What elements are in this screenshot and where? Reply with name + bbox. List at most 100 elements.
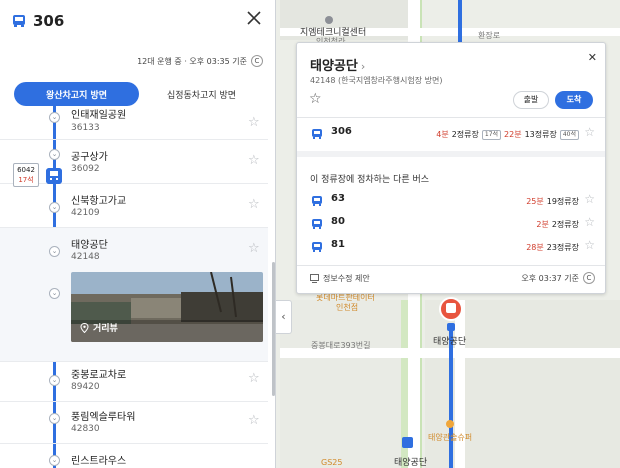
map-road-label: 환장로 [478,31,501,40]
seat-badge: 17석 [481,129,502,140]
stop-code: 42109 [71,208,100,218]
star-icon[interactable]: ☆ [584,215,595,229]
bus-plate: 6042 [17,166,35,174]
stop-name: 인태재일공원 [71,110,127,121]
chevron-down-icon: ⌄ [49,413,60,424]
stop-name: 공구상가 [71,152,108,163]
arrival-time: 25분 [526,197,544,206]
bus-icon [312,242,322,252]
arrival-info: 28분 23정류장 [526,242,579,253]
arrival-stops: 13정류장 [524,130,557,139]
arrival-route: 63 [331,193,345,204]
location-pin-icon [80,322,89,333]
divider [297,117,605,118]
route-status: 12대 운행 중 · 오후 03:35 기준 C [137,55,263,67]
arrival-stops: 19정류장 [546,197,579,206]
star-icon[interactable]: ☆ [248,116,260,129]
stop-subtitle: 42148 (한국지엠창라주행시험장 방면) [310,76,443,85]
chevron-down-icon: ⌄ [49,112,60,123]
star-icon[interactable]: ☆ [248,198,260,211]
suggest-edit-link[interactable]: 정보수정 제안 [310,273,370,284]
chevron-down-icon: ⌄ [49,246,60,257]
chevron-down-icon: ⌄ [49,375,60,386]
chevron-right-icon: › [360,60,366,73]
close-icon[interactable] [245,9,263,27]
seat-badge: 40석 [559,129,579,140]
map-bus-stop-label: 태양공단 [394,458,428,468]
chevron-down-icon: ⌄ [49,202,60,213]
arrival-time: 28분 [526,243,544,252]
route-number: 306 [33,12,65,30]
bus-icon[interactable] [46,168,62,184]
arrival-stops: 2정류장 [451,130,479,139]
map-poi-label: 태양관솔슈퍼 [428,433,473,442]
stop-code: 89420 [71,382,100,392]
scrollbar[interactable] [272,262,275,396]
stop-code: 36092 [71,164,100,174]
bus-icon [312,219,322,229]
map-poi-label: GS25 [321,458,343,467]
arrive-button[interactable]: 도착 [555,91,593,109]
arrival-row-main[interactable]: 306 4분 2정류장 17석 22분 13정류장 40석 ☆ [297,125,605,143]
bus-seats: 17석 [18,176,34,184]
arrival-route: 306 [331,126,352,137]
stop-name: 풍림엑슬루타워 [71,412,136,423]
divider [297,265,605,266]
arrival-time: 22분 [504,130,522,139]
stop-name: 중봉로교차로 [71,370,127,381]
arrival-info: 4분 2정류장 17석 22분 13정류장 40석 [436,129,579,140]
stop-title[interactable]: 태양공단 › [310,55,365,74]
star-icon[interactable]: ☆ [584,192,595,206]
stop-code: 36133 [71,123,100,133]
star-icon[interactable]: ☆ [248,242,260,255]
collapse-panel-button[interactable]: ‹ [276,300,292,334]
stop-info-card: ✕ 태양공단 › 42148 (한국지엠창라주행시험장 방면) ☆ 출발 도착 3… [296,42,606,294]
arrival-stops: 23정류장 [546,243,579,252]
star-icon[interactable]: ☆ [584,125,595,139]
stop-name: 린스트라우스 [71,456,127,467]
chevron-down-icon: ⌄ [49,288,60,299]
arrival-row[interactable]: 81 28분 23정류장 ☆ [297,238,605,256]
list-item[interactable]: 린스트라우스 [0,444,268,468]
suggest-edit-label: 정보수정 제안 [323,274,370,283]
star-icon[interactable]: ☆ [584,238,595,252]
star-icon[interactable]: ☆ [248,154,260,167]
arrival-row[interactable]: 80 2분 2정류장 ☆ [297,215,605,233]
star-icon[interactable]: ☆ [309,91,322,107]
list-item[interactable]: 신북항고가교 42109 ☆ [0,184,268,228]
route-panel: 306 12대 운행 중 · 오후 03:35 기준 C 왕산차고지 방면 십정… [0,0,276,468]
card-updated-time: 오후 03:37 기준 C [521,272,595,284]
arrival-stops: 2정류장 [551,220,579,229]
arrival-time: 4분 [436,130,449,139]
edit-icon [310,274,319,283]
star-icon[interactable]: ☆ [248,414,260,427]
bus-icon [312,196,322,206]
bus-icon [13,15,25,27]
map-poi-label: 인천점 [336,303,359,312]
stop-name: 태양공단 [71,240,108,251]
close-icon[interactable]: ✕ [588,51,597,64]
arrival-time: 2분 [536,220,549,229]
refresh-icon[interactable]: C [583,272,595,284]
updated-time-text: 오후 03:37 기준 [521,273,579,283]
list-item[interactable]: 공구상가 36092 ☆ [0,140,268,184]
stop-code: 42830 [71,424,100,434]
bus-icon [312,129,322,139]
route-header: 306 [12,12,64,30]
list-item[interactable]: 인태재일공원 36133 ☆ [0,108,268,140]
arrival-row[interactable]: 63 25분 19정류장 ☆ [297,192,605,210]
list-item[interactable]: 풍림엑슬루타워 42830 ☆ [0,402,268,444]
chevron-down-icon: ⌄ [49,149,60,160]
stop-name: 신북항고가교 [71,196,127,207]
section-divider [297,151,605,157]
arrival-route: 80 [331,216,345,227]
stop-title-text: 태양공단 [310,59,358,74]
refresh-icon[interactable]: C [251,55,263,67]
depart-button[interactable]: 출발 [513,91,549,109]
street-view-label: 거리뷰 [93,324,118,334]
street-view-button[interactable]: 거리뷰 [80,321,118,334]
star-icon[interactable]: ☆ [248,372,260,385]
map-road-label: 중봉대로393번길 [311,341,371,350]
bus-marker-tag[interactable]: 6042 17석 [13,163,39,187]
list-item[interactable]: 중봉로교차로 89420 ☆ [0,362,268,402]
